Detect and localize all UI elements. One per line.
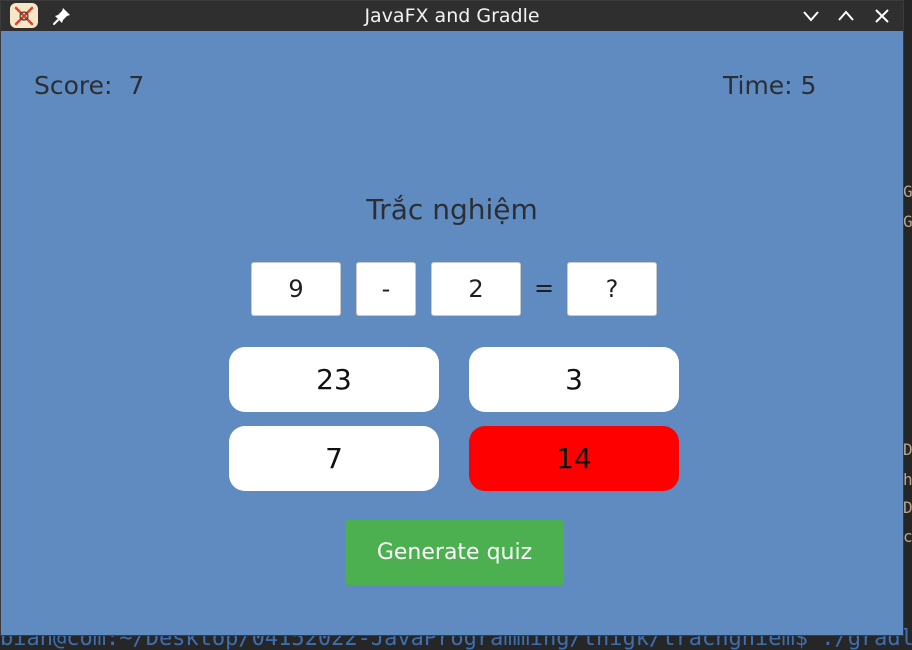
terminal-edge-char: D — [903, 498, 912, 517]
quiz-title: Trắc nghiệm — [366, 193, 538, 226]
operator-field: - — [356, 262, 416, 316]
app-window: JavaFX and Gradle Score: 7 Time: 5 Trắc … — [0, 0, 904, 636]
quiz-panel: Score: 7 Time: 5 Trắc nghiệm 9 - 2 = ? 2… — [1, 31, 903, 635]
answer-button-4[interactable]: 14 — [469, 426, 679, 491]
close-icon — [875, 9, 889, 23]
chevron-up-icon — [838, 10, 854, 21]
terminal-edge-char: G — [903, 182, 912, 201]
window-title: JavaFX and Gradle — [364, 5, 540, 27]
close-button[interactable] — [871, 5, 893, 27]
javafx-app-icon[interactable] — [10, 3, 38, 28]
maximize-button[interactable] — [835, 5, 857, 27]
answer-button-2[interactable]: 3 — [469, 347, 679, 412]
answer-button-3[interactable]: 7 — [229, 426, 439, 491]
time-label: Time: 5 — [723, 71, 817, 100]
terminal-edge-char: G — [903, 212, 912, 231]
answer-button-1[interactable]: 23 — [229, 347, 439, 412]
terminal-edge-char: c — [903, 527, 912, 546]
chevron-down-icon — [803, 11, 819, 22]
score-label: Score: 7 — [34, 71, 145, 100]
operand2-field: 2 — [431, 262, 521, 316]
terminal-edge-char: h — [903, 470, 912, 489]
operand1-field: 9 — [251, 262, 341, 316]
equals-sign: = — [533, 274, 555, 302]
pin-icon[interactable] — [52, 6, 72, 26]
terminal-edge-char: D — [903, 440, 912, 459]
result-field: ? — [567, 262, 657, 316]
generate-quiz-button[interactable]: Generate quiz — [345, 520, 564, 585]
minimize-button[interactable] — [800, 5, 822, 27]
title-bar[interactable]: JavaFX and Gradle — [1, 1, 903, 31]
